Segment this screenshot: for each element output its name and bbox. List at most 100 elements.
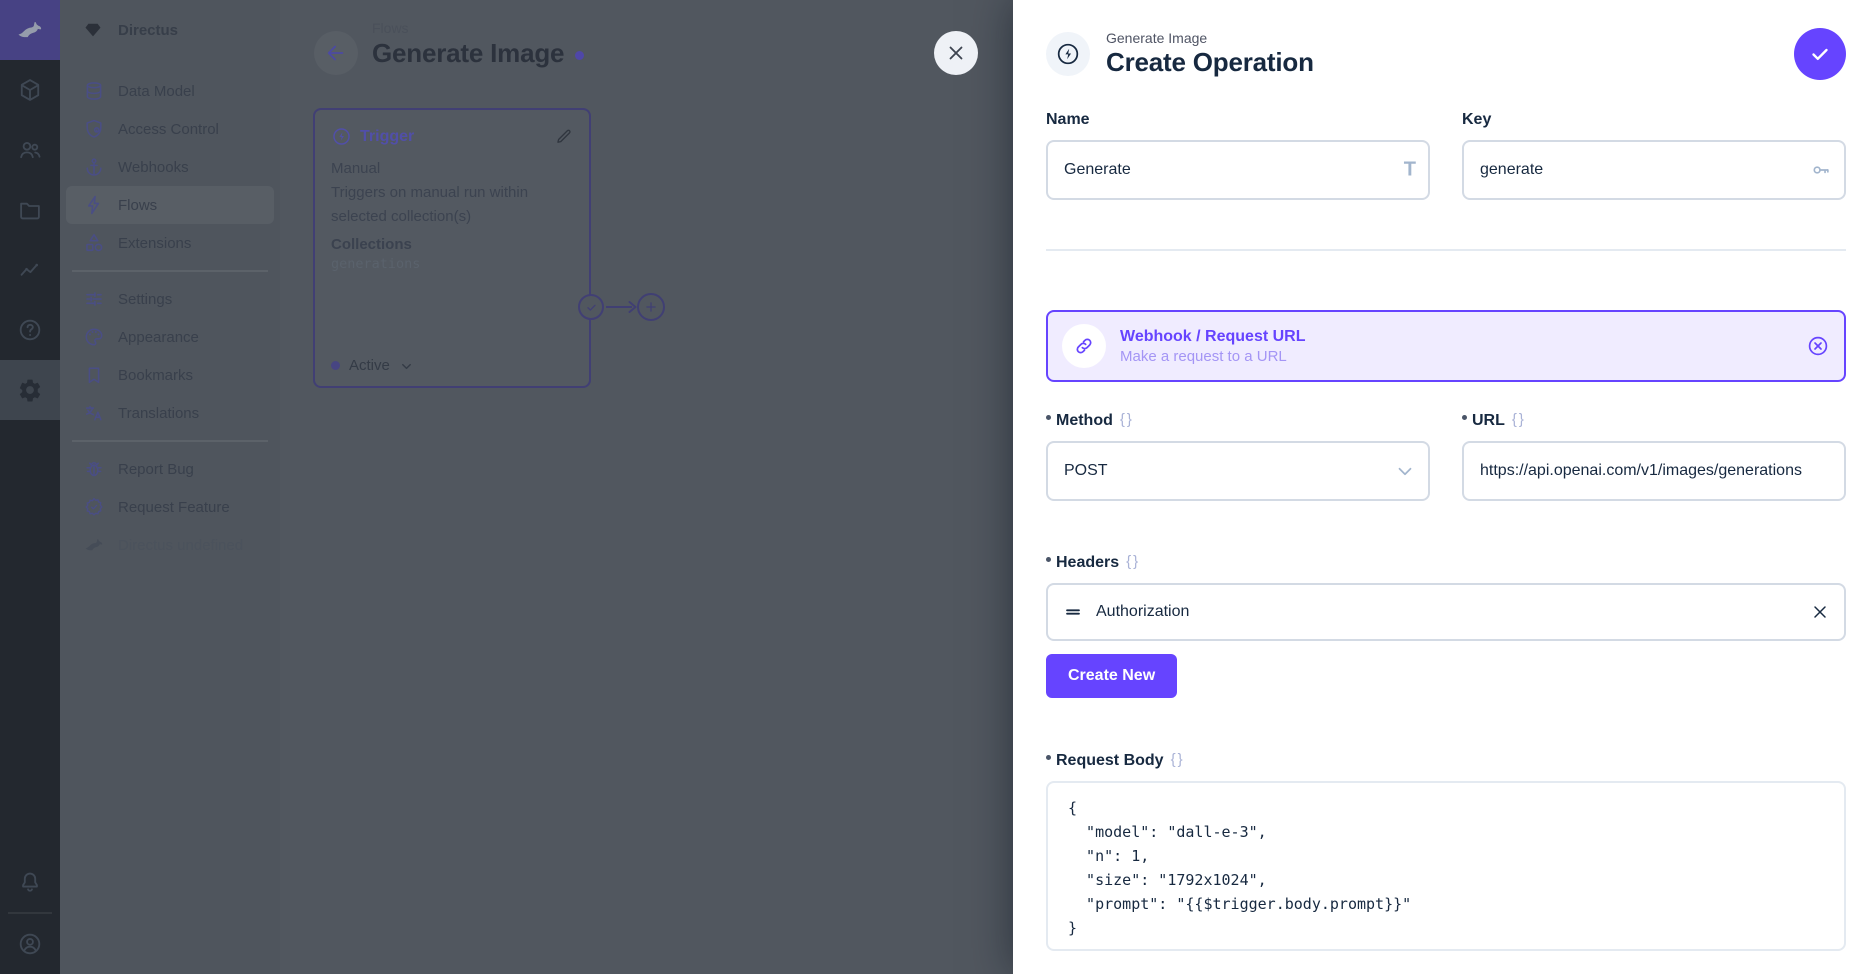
- key-icon: [1810, 159, 1832, 181]
- collections-label: Collections: [331, 236, 573, 253]
- required-dot: [1462, 415, 1467, 420]
- method-label: Method {}: [1046, 412, 1430, 431]
- trigger-card[interactable]: Trigger Manual Triggers on manual run wi…: [313, 108, 591, 388]
- header-key-input[interactable]: [1048, 603, 1844, 621]
- check-icon: [585, 301, 598, 314]
- drawer-content: Generate Image Create Operation Name T: [1013, 0, 1865, 951]
- close-drawer-button[interactable]: [934, 31, 978, 75]
- sidebar-item-label: Access Control: [118, 121, 219, 138]
- insights-chart-icon: [17, 257, 43, 283]
- module-bar: [0, 0, 60, 974]
- sidebar-item-webhooks[interactable]: Webhooks: [66, 148, 274, 186]
- project-name: Directus: [118, 22, 178, 39]
- module-insights-button[interactable]: [0, 240, 60, 300]
- nav-list: Data Model Access Control Webhooks Flows…: [60, 60, 280, 564]
- sidebar-item-flows[interactable]: Flows: [66, 186, 274, 224]
- sidebar-item-settings[interactable]: Settings: [66, 280, 274, 318]
- required-dot: [1046, 755, 1051, 760]
- chevron-down-icon: [399, 358, 414, 374]
- sidebar-item-label: Translations: [118, 405, 199, 422]
- module-files-button[interactable]: [0, 180, 60, 240]
- pencil-icon: [554, 127, 573, 146]
- sidebar-item-directus-undefined: Directus undefined: [66, 526, 274, 564]
- trigger-description: Triggers on manual run within selected c…: [331, 181, 551, 229]
- sidebar-item-label: Appearance: [118, 329, 199, 346]
- operation-type-card[interactable]: Webhook / Request URL Make a request to …: [1046, 310, 1846, 382]
- cancel-circle-icon: [1806, 334, 1830, 358]
- add-operation-button[interactable]: [637, 293, 665, 321]
- sidebar-item-request-feature[interactable]: Request Feature: [66, 488, 274, 526]
- drawer-titles: Generate Image Create Operation: [1106, 30, 1314, 78]
- translate-icon: [83, 402, 105, 424]
- operation-type-title: Webhook / Request URL: [1120, 328, 1306, 346]
- create-operation-drawer: Generate Image Create Operation Name T: [1013, 0, 1865, 974]
- module-content-button[interactable]: [0, 60, 60, 120]
- check-icon: [1808, 42, 1832, 66]
- sidebar-item-label: Webhooks: [118, 159, 189, 176]
- key-label: Key: [1462, 111, 1846, 130]
- drag-handle-icon[interactable]: [1062, 601, 1084, 623]
- required-dot: [1046, 557, 1051, 562]
- new-releases-icon: [83, 496, 105, 518]
- operation-type-text: Webhook / Request URL Make a request to …: [1120, 328, 1306, 365]
- request-body-editor[interactable]: { "model": "dall-e-3", "n": 1, "size": "…: [1046, 781, 1846, 951]
- rabbit-icon: [83, 534, 105, 556]
- sidebar-item-label: Settings: [118, 291, 172, 308]
- module-help-button[interactable]: [0, 300, 60, 360]
- raw-value-icon[interactable]: {}: [1512, 411, 1526, 428]
- account-button[interactable]: [0, 914, 60, 974]
- required-dot: [1046, 415, 1051, 420]
- bug-icon: [83, 458, 105, 480]
- breadcrumb[interactable]: Flows: [372, 20, 409, 36]
- resolve-check-node[interactable]: [578, 294, 604, 320]
- notifications-button[interactable]: [0, 852, 60, 912]
- bolt-circle-icon: [331, 126, 352, 147]
- back-button[interactable]: [314, 31, 358, 75]
- drawer-title: Create Operation: [1106, 47, 1314, 78]
- flow-canvas: Flows Generate Image Trigger Manual Trig…: [280, 0, 1013, 974]
- name-field-group: Name T: [1046, 111, 1430, 200]
- files-folder-icon: [17, 197, 43, 223]
- bookmark-icon: [83, 364, 105, 386]
- deselect-operation-button[interactable]: [1806, 334, 1830, 358]
- flow-status-toggle[interactable]: Active: [331, 357, 414, 374]
- url-input[interactable]: [1462, 441, 1846, 501]
- raw-value-icon[interactable]: {}: [1126, 553, 1140, 570]
- remove-header-button[interactable]: [1810, 602, 1830, 622]
- name-input[interactable]: [1046, 140, 1430, 200]
- status-label: Active: [349, 357, 390, 374]
- sidebar-item-access-control[interactable]: Access Control: [66, 110, 274, 148]
- trigger-card-title: Trigger: [360, 128, 414, 146]
- name-key-row: Name T Key: [1046, 111, 1846, 200]
- method-select[interactable]: POST: [1046, 441, 1430, 501]
- raw-value-icon[interactable]: {}: [1120, 411, 1134, 428]
- nav-divider: [72, 270, 268, 272]
- sidebar-item-report-bug[interactable]: Report Bug: [66, 450, 274, 488]
- sidebar-item-extensions[interactable]: Extensions: [66, 224, 274, 262]
- raw-value-icon[interactable]: {}: [1171, 751, 1185, 768]
- create-new-button[interactable]: Create New: [1046, 654, 1177, 698]
- directus-logo-button[interactable]: [0, 0, 60, 60]
- arrow-left-icon: [325, 42, 347, 64]
- sidebar-item-bookmarks[interactable]: Bookmarks: [66, 356, 274, 394]
- url-field-group: URL {}: [1462, 412, 1846, 501]
- method-url-row: Method {} POST URL {}: [1046, 412, 1846, 501]
- module-nav: [0, 60, 60, 420]
- module-users-button[interactable]: [0, 120, 60, 180]
- close-icon: [1810, 602, 1830, 622]
- key-input[interactable]: [1462, 140, 1846, 200]
- sidebar-item-label: Bookmarks: [118, 367, 193, 384]
- sidebar-item-appearance[interactable]: Appearance: [66, 318, 274, 356]
- sidebar-item-data-model[interactable]: Data Model: [66, 72, 274, 110]
- settings-nav-panel: Directus Data Model Access Control Webho…: [60, 0, 280, 974]
- edit-trigger-button[interactable]: [554, 127, 573, 146]
- sidebar-item-translations[interactable]: Translations: [66, 394, 274, 432]
- project-header[interactable]: Directus: [60, 0, 280, 60]
- users-icon: [17, 137, 43, 163]
- page-title: Generate Image: [372, 38, 584, 69]
- save-button[interactable]: [1794, 28, 1846, 80]
- notifications-bell-icon: [17, 869, 43, 895]
- module-settings-button[interactable]: [0, 360, 60, 420]
- sidebar-item-label: Extensions: [118, 235, 191, 252]
- key-field-group: Key: [1462, 111, 1846, 200]
